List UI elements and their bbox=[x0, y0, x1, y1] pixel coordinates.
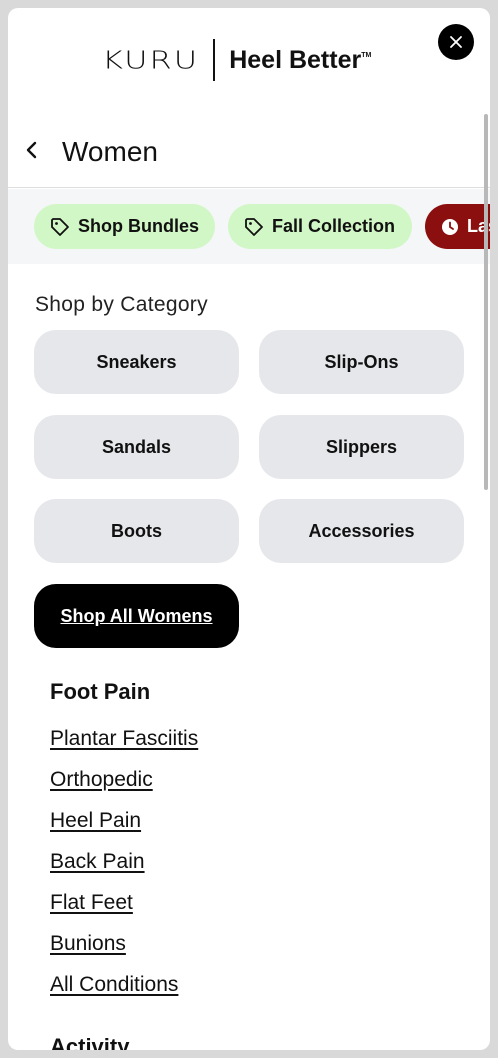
category-boots[interactable]: Boots bbox=[34, 499, 239, 563]
link-orthopedic[interactable]: Orthopedic bbox=[50, 768, 153, 792]
link-all-conditions[interactable]: All Conditions bbox=[50, 973, 178, 997]
shop-all-womens-button[interactable]: Shop All Womens bbox=[34, 584, 239, 648]
kuru-logo[interactable]: KURU Heel BetterTM bbox=[102, 38, 371, 82]
category-slip-ons[interactable]: Slip-Ons bbox=[259, 330, 464, 394]
back-button[interactable] bbox=[22, 140, 42, 160]
category-accessories[interactable]: Accessories bbox=[259, 499, 464, 563]
activity-heading: Activity bbox=[50, 1034, 130, 1050]
category-sneakers[interactable]: Sneakers bbox=[34, 330, 239, 394]
link-bunions[interactable]: Bunions bbox=[50, 932, 126, 956]
page-title: Women bbox=[62, 136, 158, 167]
scrollbar-thumb[interactable] bbox=[484, 114, 488, 490]
tag-icon bbox=[51, 217, 69, 236]
promo-last[interactable]: Last bbox=[425, 204, 490, 249]
foot-pain-heading: Foot Pain bbox=[50, 679, 151, 704]
link-back-pain[interactable]: Back Pain bbox=[50, 850, 145, 874]
link-flat-feet[interactable]: Flat Feet bbox=[50, 891, 133, 915]
logo-brand: KURU bbox=[102, 45, 200, 75]
promo-fall-collection[interactable]: Fall Collection bbox=[228, 204, 412, 249]
tag-icon bbox=[245, 217, 263, 236]
submenu-title-row: Women bbox=[8, 112, 490, 188]
promo-label: Fall Collection bbox=[272, 216, 396, 236]
link-heel-pain[interactable]: Heel Pain bbox=[50, 809, 141, 833]
category-slippers[interactable]: Slippers bbox=[259, 415, 464, 479]
logo-divider bbox=[213, 39, 216, 81]
logo-tagline: Heel BetterTM bbox=[229, 45, 372, 74]
menu-header: KURU Heel BetterTM bbox=[8, 8, 490, 112]
close-button[interactable] bbox=[438, 24, 474, 60]
clock-icon bbox=[442, 218, 458, 235]
category-sandals[interactable]: Sandals bbox=[34, 415, 239, 479]
chevron-left-icon bbox=[26, 141, 37, 159]
close-icon bbox=[450, 36, 462, 48]
shop-by-category-heading: Shop by Category bbox=[35, 293, 208, 316]
menu-panel: KURU Heel BetterTM Women Shop Bundles Fa… bbox=[8, 8, 490, 1050]
promo-shop-bundles[interactable]: Shop Bundles bbox=[34, 204, 215, 249]
promo-strip[interactable]: Shop Bundles Fall Collection Last bbox=[8, 189, 490, 264]
promo-label: Shop Bundles bbox=[78, 216, 199, 236]
link-plantar-fasciitis[interactable]: Plantar Fasciitis bbox=[50, 727, 198, 751]
